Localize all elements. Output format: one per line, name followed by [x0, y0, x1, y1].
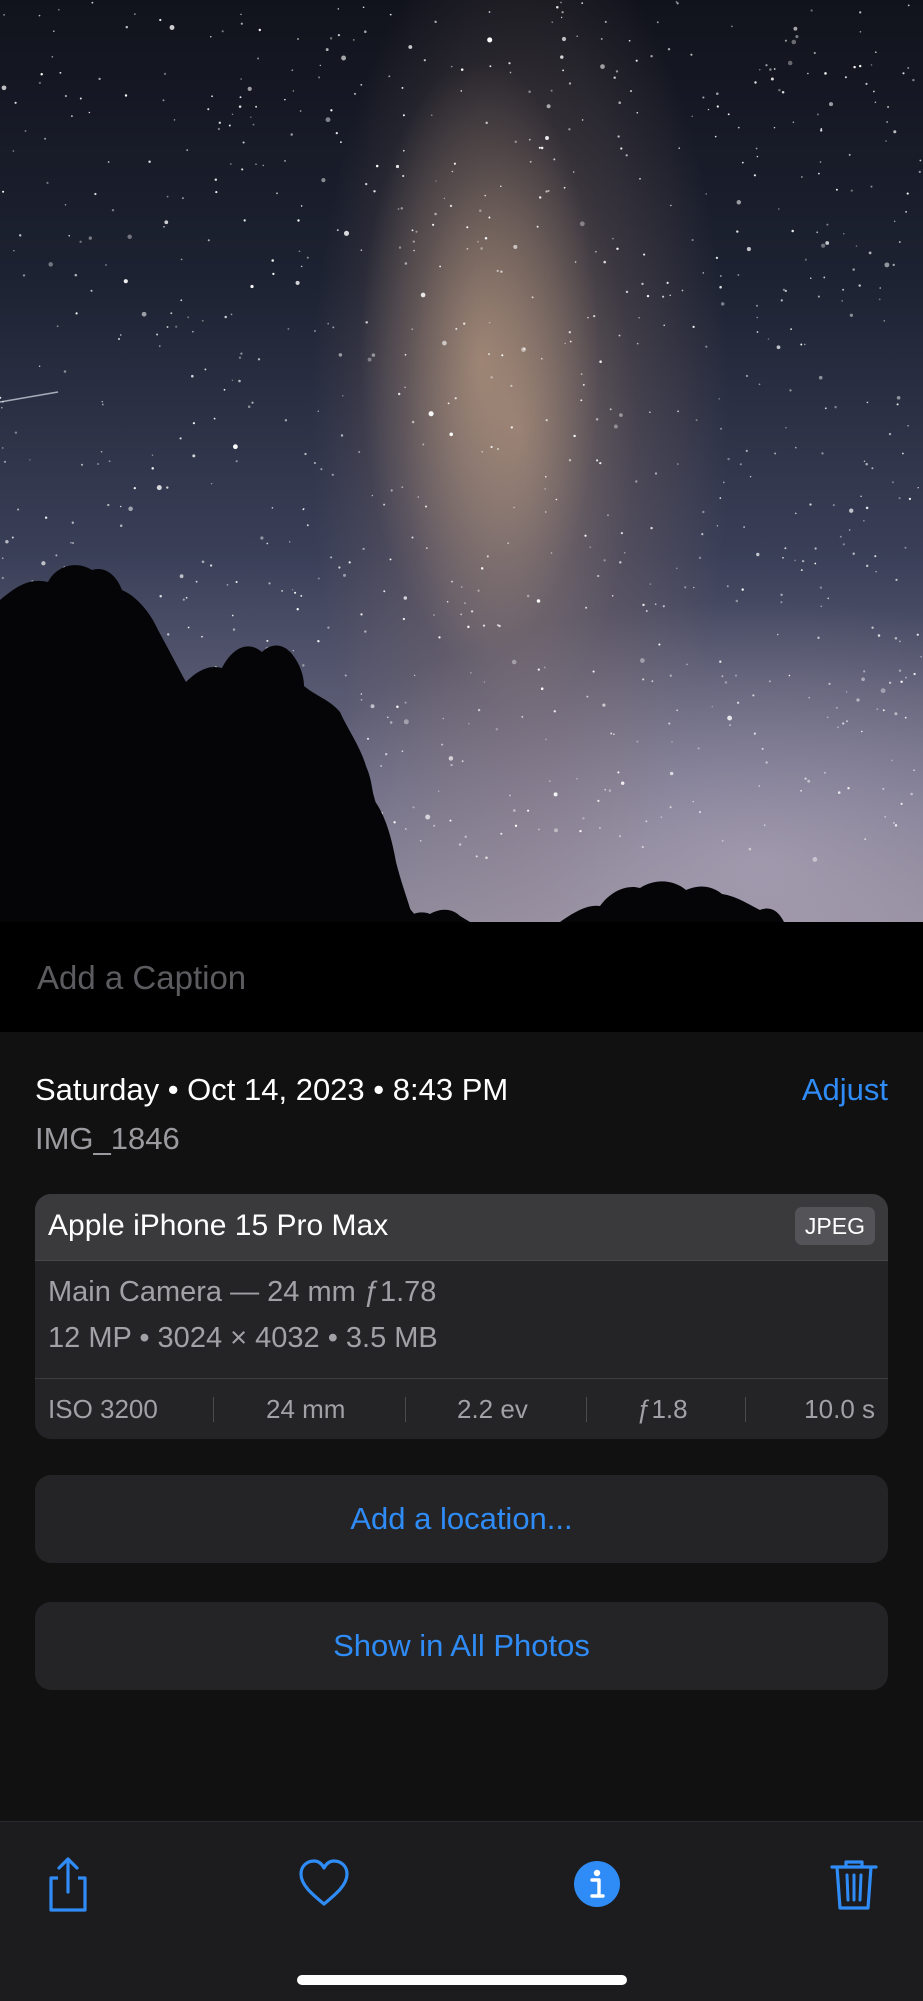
exif-focal-length: 24 mm — [266, 1394, 346, 1424]
milky-way-photo — [0, 1, 922, 922]
exif-divider — [586, 1397, 587, 1422]
share-icon — [49, 1857, 87, 1912]
exif-aperture: ƒ1.8 — [637, 1394, 688, 1424]
delete-button[interactable] — [824, 1854, 884, 1914]
device-name: Apple iPhone 15 Pro Max — [48, 1209, 389, 1242]
capture-date: Saturday • Oct 14, 2023 • 8:43 PM — [35, 1072, 509, 1107]
exif-shutter-speed: 10.0 s — [804, 1394, 875, 1424]
date-row: Saturday • Oct 14, 2023 • 8:43 PM Adjust — [35, 1068, 888, 1112]
add-location-button[interactable]: Add a location... — [35, 1475, 888, 1563]
lens-info: Main Camera — 24 mm ƒ1.78 — [48, 1276, 437, 1308]
info-icon — [574, 1861, 620, 1907]
share-button[interactable] — [38, 1854, 98, 1914]
favorite-button[interactable] — [294, 1854, 354, 1914]
home-indicator[interactable] — [297, 1975, 627, 1985]
exif-divider — [213, 1397, 214, 1422]
file-name: IMG_1846 — [35, 1121, 180, 1156]
info-button[interactable] — [567, 1854, 627, 1914]
exif-exposure-value: 2.2 ev — [457, 1394, 528, 1424]
bottom-toolbar — [0, 1821, 923, 2001]
exif-row: ISO 3200 24 mm 2.2 ev ƒ1.8 10.0 s — [35, 1378, 888, 1439]
photo-view[interactable] — [0, 0, 923, 922]
format-badge: JPEG — [794, 1207, 875, 1245]
metadata-card: Apple iPhone 15 Pro Max JPEG Main Camera… — [35, 1194, 888, 1439]
metadata-header: Apple iPhone 15 Pro Max JPEG — [35, 1194, 888, 1261]
image-specs: 12 MP • 3024 × 4032 • 3.5 MB — [48, 1322, 438, 1354]
caption-input[interactable] — [35, 954, 889, 1002]
exif-iso: ISO 3200 — [48, 1394, 158, 1424]
show-in-all-photos-button[interactable]: Show in All Photos — [35, 1602, 888, 1690]
caption-area — [0, 922, 923, 1032]
heart-icon — [299, 1859, 349, 1906]
exif-divider — [745, 1397, 746, 1422]
trash-icon — [830, 1860, 878, 1910]
adjust-button[interactable]: Adjust — [802, 1072, 888, 1108]
exif-divider — [405, 1397, 406, 1422]
